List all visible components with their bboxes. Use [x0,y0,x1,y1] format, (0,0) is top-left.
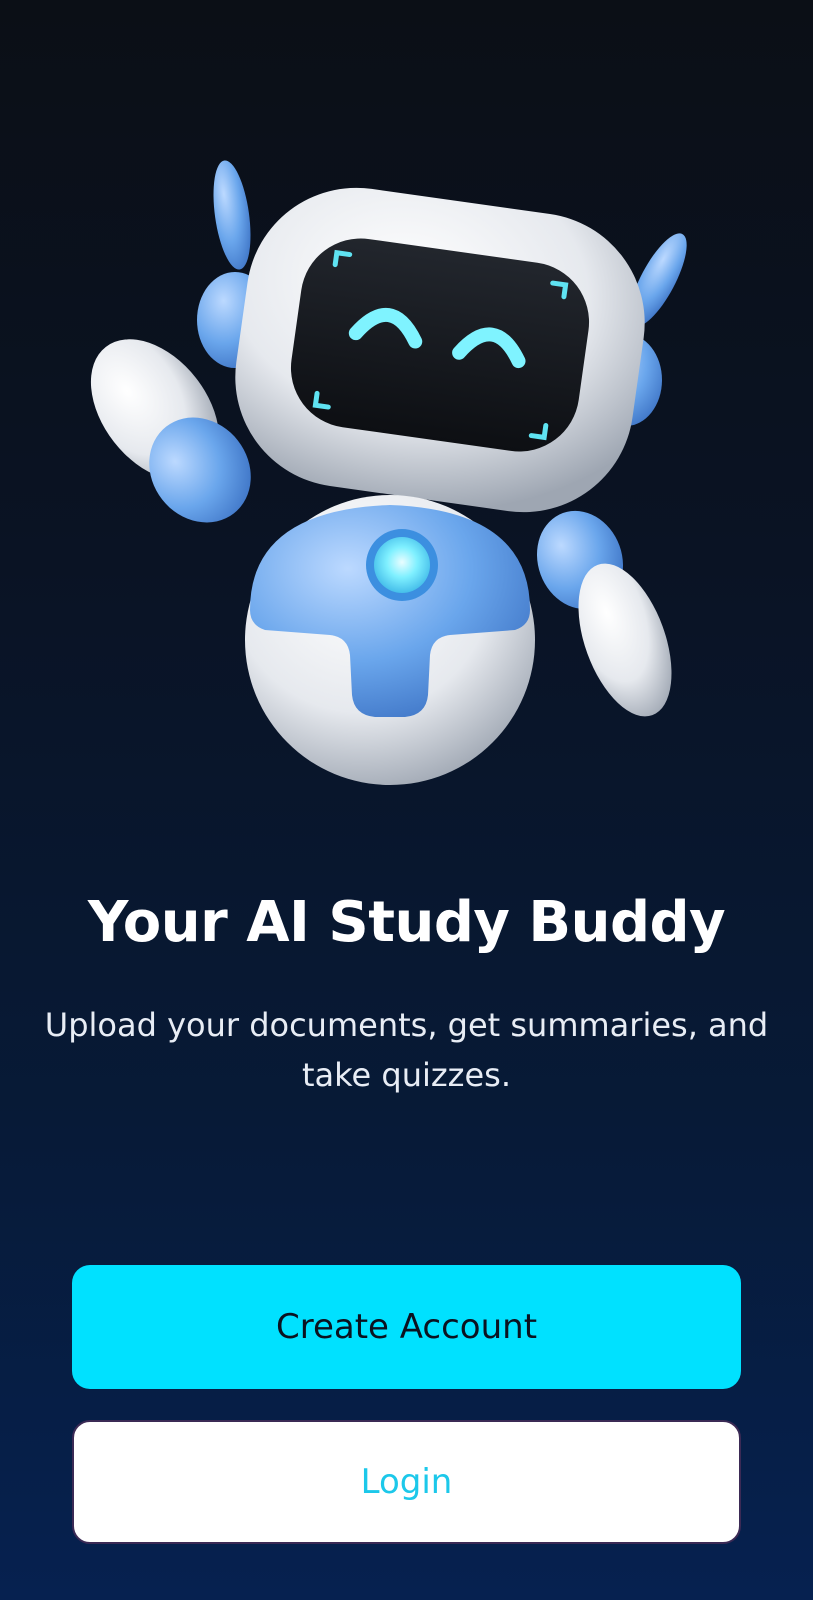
welcome-screen: Your AI Study Buddy Upload your document… [0,0,813,1600]
create-account-button[interactable]: Create Account [72,1265,741,1389]
create-account-button-label: Create Account [275,1307,538,1347]
login-button[interactable]: Login [72,1420,741,1544]
login-button-label: Login [360,1462,453,1502]
page-title: Your AI Study Buddy [87,890,726,955]
page-subtitle: Upload your documents, get summaries, an… [44,1006,769,1094]
robot-mascot-icon [90,160,687,785]
